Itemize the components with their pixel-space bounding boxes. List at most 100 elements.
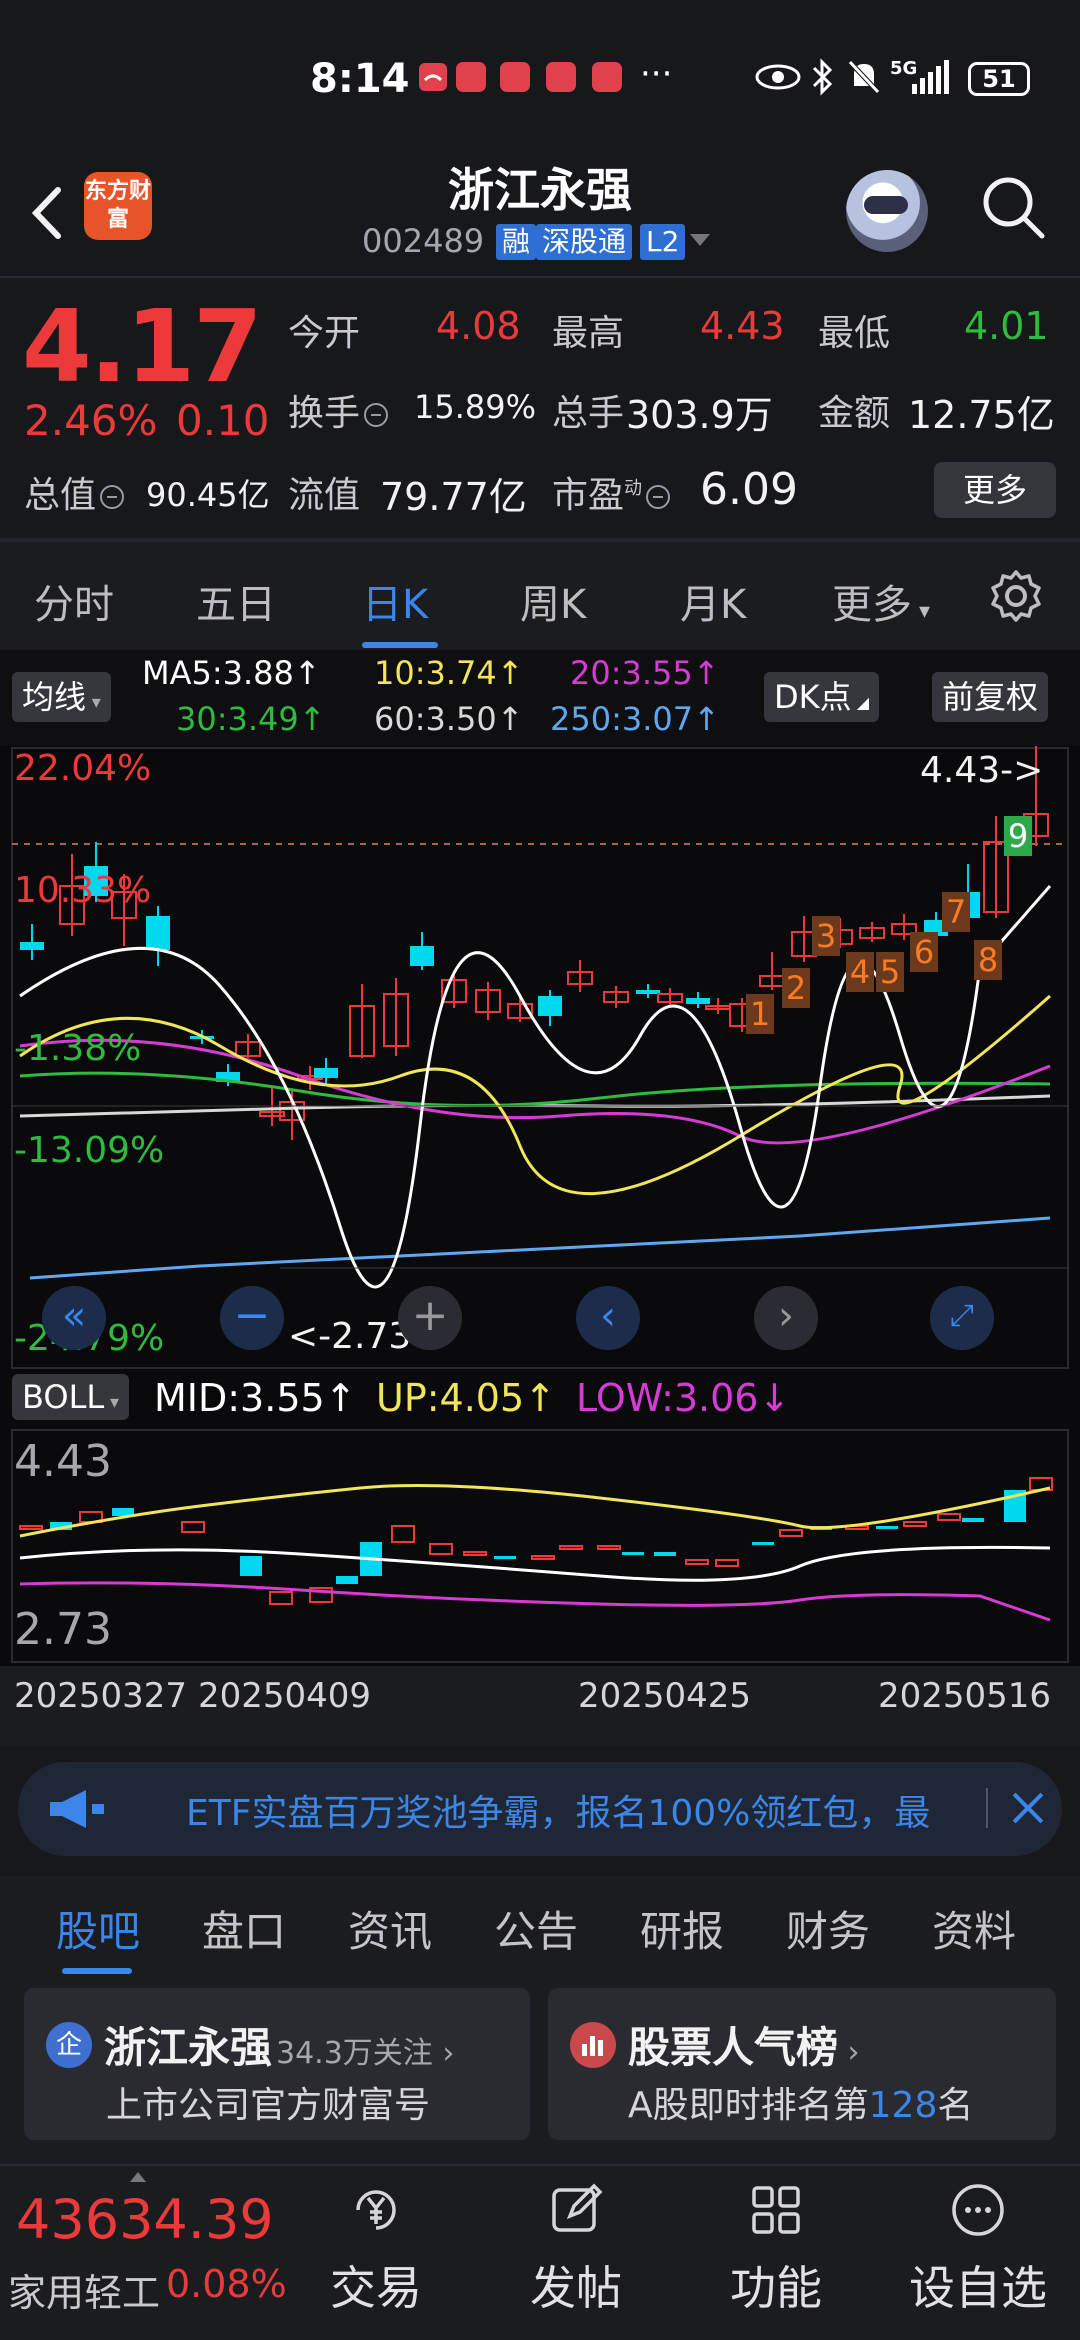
candlestick-chart[interactable]: 22.04% 10.33% -1.38% -13.09% -24.79% 4.4… — [0, 746, 1080, 1370]
ai-assistant-robot-icon[interactable] — [846, 170, 928, 252]
functions-button[interactable]: 功能 — [686, 2170, 866, 2318]
company-account-card[interactable]: 企 浙江永强 34.3万关注 › 上市公司官方财富号 — [24, 1988, 530, 2140]
close-icon[interactable] — [1008, 1786, 1048, 1830]
jump-start-icon[interactable]: « — [42, 1286, 106, 1350]
company-account-subtitle: 上市公司官方财富号 — [106, 2085, 431, 2126]
boll-chart[interactable]: 4.43 2.73 — [0, 1426, 1080, 1666]
sector-index-value[interactable]: 43634.39 — [16, 2188, 274, 2251]
more-button[interactable]: 更多 — [934, 462, 1056, 518]
tab-financials[interactable]: 财务 — [786, 1898, 870, 1959]
boll-candle-body — [531, 1555, 555, 1560]
boll-indicator-select[interactable]: BOLL ▾ — [12, 1374, 129, 1420]
margin-tag: 融 — [496, 224, 537, 260]
signal-number: 3 — [812, 916, 840, 956]
open-value: 4.08 — [436, 304, 521, 348]
status-bar: 8:14 ··· 5G 51 — [0, 0, 1080, 150]
more-notifications-icon: ··· — [640, 54, 673, 94]
tab-profile[interactable]: 资料 — [932, 1898, 1016, 1959]
post-button[interactable]: 发帖 — [486, 2170, 666, 2318]
app-notification-icon — [592, 62, 622, 92]
boll-mid: MID:3.55↑ — [154, 1376, 357, 1420]
app-notification-icon — [500, 62, 530, 92]
chevron-down-icon[interactable] — [690, 234, 710, 246]
price-adjust-button[interactable]: 前复权 — [932, 672, 1049, 722]
tab-news[interactable]: 资讯 — [348, 1898, 432, 1959]
boll-candle-body — [752, 1542, 774, 1545]
pe-label: 市盈动 — [552, 466, 671, 518]
tab-more[interactable]: 更多 ▾ — [832, 572, 930, 630]
amount-value: 12.75亿 — [908, 393, 1055, 437]
pct-label-2: 10.33% — [14, 870, 152, 911]
tab-announcements[interactable]: 公告 — [494, 1898, 578, 1959]
sector-name: 家用轻工 — [8, 2271, 161, 2315]
boll-candle-body — [391, 1525, 415, 1543]
signal-number-final: 9 — [1004, 816, 1032, 856]
boll-candle-body — [876, 1526, 898, 1529]
tab-research[interactable]: 研报 — [640, 1898, 724, 1959]
boll-candle-body — [654, 1552, 676, 1556]
shenzhen-connect-tag: 深股通 — [536, 224, 633, 260]
boll-candle-body — [685, 1559, 709, 1565]
info-eye-icon[interactable] — [646, 485, 671, 509]
low-value: 4.01 — [964, 304, 1049, 348]
tab-intraday[interactable]: 分时 — [34, 572, 114, 630]
zoom-out-icon[interactable]: − — [220, 1286, 284, 1350]
indicator-select[interactable]: 均线 ▾ — [12, 672, 111, 722]
bluetooth-icon — [812, 58, 833, 96]
chevron-up-icon[interactable] — [130, 2172, 146, 2182]
tab-forum[interactable]: 股吧 — [56, 1898, 140, 1959]
turnover-label: 换手 — [288, 384, 389, 436]
candle-body — [314, 1068, 338, 1078]
tab-daily-k[interactable]: 日K — [362, 572, 428, 630]
promo-banner[interactable]: ETF实盘百万奖池争霸，报名100%领红包，最 — [18, 1762, 1062, 1856]
signal-number: 5 — [876, 952, 904, 992]
ma5-value: MA5:3.88↑ — [142, 654, 321, 692]
boll-up: UP:4.05↑ — [376, 1376, 556, 1420]
high-price-marker: 4.43-> — [920, 750, 1044, 791]
market-cap-label: 总值 — [24, 466, 125, 518]
signal-number: 6 — [910, 932, 938, 972]
fullscreen-icon[interactable]: ⤢ — [930, 1286, 994, 1350]
tab-five-day[interactable]: 五日 — [196, 572, 276, 630]
low-price-marker: <-2.73 — [288, 1316, 412, 1357]
candle-body — [410, 946, 434, 966]
popularity-rank-card[interactable]: 股票人气榜 › A股即时排名第128名 — [548, 1988, 1056, 2140]
info-eye-icon[interactable] — [364, 403, 389, 427]
gear-icon[interactable] — [988, 568, 1044, 624]
boll-low: LOW:3.06↓ — [576, 1376, 791, 1420]
dk-point-button[interactable]: DK点 ◢ — [764, 672, 880, 722]
amount-label: 金额 — [818, 393, 891, 434]
quote-panel: 4.17 2.46% 0.10 今开 4.08 最高 4.43 最低 4.01 … — [0, 278, 1080, 538]
info-eye-icon[interactable] — [100, 485, 125, 509]
trade-button[interactable]: 交易 — [286, 2170, 466, 2318]
boll-min-label: 2.73 — [14, 1604, 112, 1655]
zoom-in-icon[interactable]: + — [398, 1286, 462, 1350]
low-label: 最低 — [818, 313, 891, 354]
pe-value: 6.09 — [700, 464, 798, 515]
active-tab-underline — [362, 642, 438, 648]
tab-order-book[interactable]: 盘口 — [202, 1898, 286, 1959]
ma-legend: 均线 ▾ MA5:3.88↑ 10:3.74↑ 20:3.55↑ 30:3.49… — [0, 650, 1080, 746]
current-price: 4.17 — [22, 288, 263, 405]
follower-count: 34.3万关注 › — [276, 2036, 455, 2071]
boll-candle-body — [494, 1556, 516, 1559]
tab-monthly-k[interactable]: 月K — [680, 572, 746, 630]
high-label: 最高 — [552, 313, 625, 354]
company-badge-icon: 企 — [46, 2022, 92, 2068]
rank-subtitle: A股即时排名第128名 — [628, 2085, 974, 2126]
tab-weekly-k[interactable]: 周K — [520, 572, 586, 630]
company-name: 浙江永强 — [104, 2023, 273, 2072]
search-icon[interactable] — [978, 172, 1048, 242]
scroll-left-icon[interactable]: ‹ — [576, 1286, 640, 1350]
content-tabs: 股吧 盘口 资讯 公告 研报 财务 资料 — [0, 1876, 1080, 1978]
mute-bell-icon — [848, 60, 880, 94]
boll-mid-line — [19, 1545, 1051, 1582]
grid-icon — [752, 2186, 800, 2234]
add-watchlist-button[interactable]: 设自选 — [888, 2170, 1068, 2318]
scroll-right-icon[interactable]: › — [754, 1286, 818, 1350]
pct-label-4: -13.09% — [14, 1130, 165, 1171]
high-value: 4.43 — [700, 304, 785, 348]
edit-icon — [552, 2183, 603, 2232]
pct-label-top: 22.04% — [14, 748, 152, 789]
open-label: 今开 — [288, 313, 361, 354]
